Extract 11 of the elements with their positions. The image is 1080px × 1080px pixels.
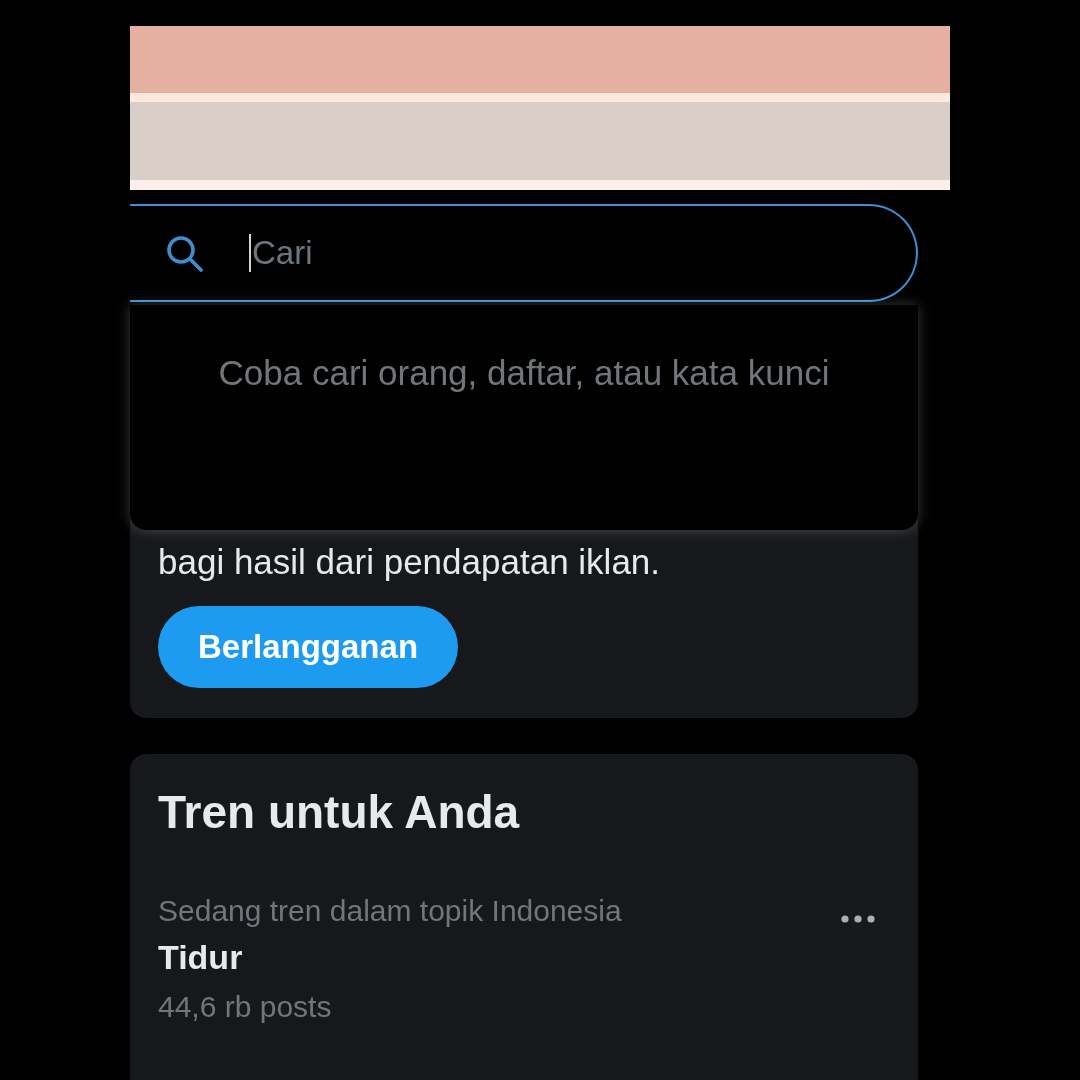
- trend-topic[interactable]: Tidur: [158, 937, 243, 977]
- text-cursor-icon: [249, 234, 251, 272]
- trend-post-count: 44,6 rb posts: [158, 989, 332, 1025]
- search-icon: [165, 234, 203, 272]
- card-text: bagi hasil dari pendapatan iklan.: [158, 542, 661, 582]
- search-input[interactable]: Cari: [252, 233, 876, 273]
- more-icon[interactable]: [841, 915, 875, 923]
- search-bar[interactable]: Cari: [130, 204, 918, 302]
- trends-title: Tren untuk Anda: [158, 790, 521, 834]
- trend-context: Sedang tren dalam topik Indonesia: [158, 893, 622, 929]
- search-hint: Coba cari orang, daftar, atau kata kunci: [218, 353, 830, 393]
